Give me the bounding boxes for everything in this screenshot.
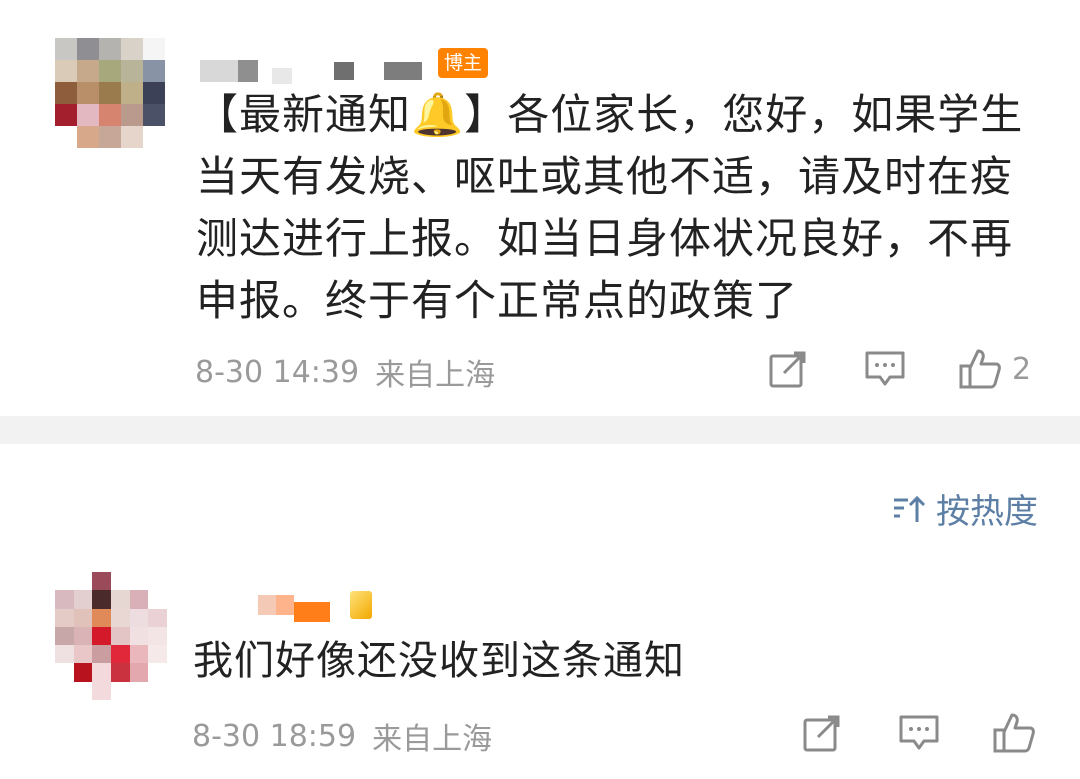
thumbs-up-icon[interactable] — [992, 712, 1036, 754]
main-post: 博主 【最新通知🔔】各位家长，您好，如果学生当天有发烧、呕吐或其他不适，请及时在… — [0, 0, 1080, 416]
reply-author-blurred-3 — [294, 602, 330, 622]
author-name-row[interactable]: 博主 — [200, 42, 489, 84]
reply-location: 来自上海 — [372, 722, 493, 757]
post-location: 来自上海 — [375, 358, 496, 393]
post-time: 8-30 14:39 — [195, 354, 360, 390]
thumbs-up-icon[interactable] — [958, 348, 1002, 390]
author-name-blurred-2 — [238, 60, 258, 82]
sort-icon — [892, 494, 926, 524]
author-name-blurred-5 — [384, 62, 422, 80]
reply-content: 我们好像还没收到这条通知 — [193, 638, 685, 684]
blogger-badge: 博主 — [438, 48, 489, 78]
reply-author-blurred-2 — [276, 595, 294, 615]
author-name-blurred — [200, 60, 238, 82]
section-divider — [0, 416, 1080, 444]
reply-time: 8-30 18:59 — [192, 718, 357, 754]
author-name-blurred-3 — [272, 68, 292, 84]
sort-by-hot-button[interactable]: 按热度 — [892, 484, 1038, 533]
comment-icon[interactable] — [898, 713, 940, 753]
post-content: 【最新通知🔔】各位家长，您好，如果学生当天有发烧、呕吐或其他不适，请及时在疫测达… — [196, 90, 1024, 325]
reply-actions — [802, 712, 1036, 754]
share-icon[interactable] — [802, 713, 842, 753]
share-icon[interactable] — [768, 349, 808, 389]
reply-meta: 8-30 18:59 来自上海 — [192, 714, 492, 758]
reply-level-badge — [350, 591, 372, 619]
like-count: 2 — [1012, 351, 1032, 387]
comment-icon[interactable] — [864, 349, 906, 389]
author-name-blurred-4 — [334, 62, 354, 80]
reply-avatar[interactable] — [55, 572, 167, 700]
avatar[interactable] — [55, 38, 165, 148]
reply-author-row[interactable] — [258, 588, 372, 622]
post-meta: 8-30 14:39 来自上海 — [195, 350, 495, 394]
post-actions: 2 — [768, 348, 1031, 390]
reply-author-blurred — [258, 595, 276, 615]
sort-label: 按热度 — [936, 492, 1038, 532]
reply-item: 我们好像还没收到这条通知 8-30 18:59 来自上海 — [0, 560, 1080, 779]
